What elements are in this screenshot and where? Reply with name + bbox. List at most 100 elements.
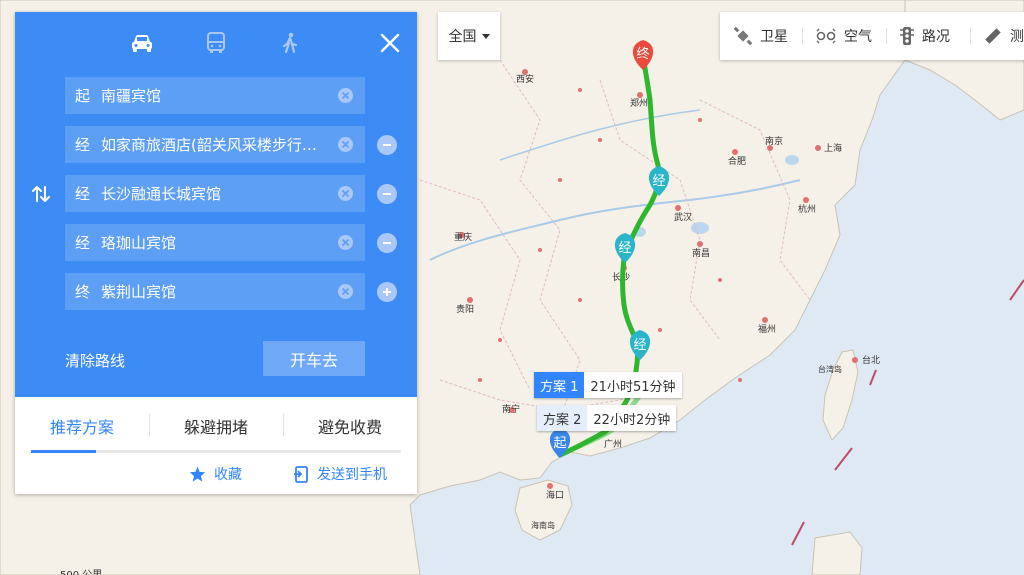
- car-icon: [132, 35, 152, 52]
- lake: [691, 222, 709, 234]
- scale-label: 500 公里: [60, 566, 102, 575]
- walk-icon: [282, 32, 298, 54]
- tab-recommended[interactable]: 推荐方案: [15, 402, 149, 450]
- minus-icon: [383, 193, 391, 195]
- favorite-label: 收藏: [214, 467, 242, 483]
- waypoint-tag: 经: [75, 136, 91, 154]
- divider: [970, 28, 971, 44]
- car-mode-button[interactable]: [127, 30, 157, 56]
- route-panel-header: 起 南疆宾馆 经 如家商旅酒店(韶关风采楼步行… 经 长沙融通长城宾馆 经 珞珈…: [15, 12, 417, 397]
- city-label: 海南岛: [531, 520, 555, 530]
- traffic-button[interactable]: 路况: [900, 12, 950, 60]
- plan-1-time: 21小时51分钟: [584, 372, 682, 398]
- waypoint-name: 长沙融通长城宾馆: [101, 185, 222, 203]
- drive-button[interactable]: 开车去: [263, 341, 365, 376]
- favorite-button[interactable]: 收藏: [189, 464, 242, 484]
- city-label: 杭州: [798, 203, 816, 215]
- city-label: 台北: [862, 354, 880, 366]
- waypoint-name: 南疆宾馆: [101, 87, 162, 105]
- svg-text:终: 终: [636, 46, 649, 62]
- bus-icon: [207, 32, 225, 53]
- tab-avoid-congestion[interactable]: 躲避拥堵: [149, 402, 283, 450]
- clear-input-button[interactable]: [338, 186, 353, 201]
- clear-input-button[interactable]: [338, 137, 353, 152]
- svg-text:起: 起: [553, 436, 566, 451]
- measure-label: 测: [1010, 29, 1024, 45]
- city-label: 郑州: [630, 97, 648, 109]
- ruler-icon: [985, 28, 1001, 44]
- divider: [802, 28, 803, 44]
- swap-button[interactable]: [31, 184, 51, 204]
- satellite-icon: [734, 27, 752, 45]
- waypoint-tag: 终: [75, 283, 91, 301]
- waypoint-via-3[interactable]: 经 珞珈山宾馆: [65, 224, 365, 261]
- waypoint-tag: 起: [75, 87, 91, 105]
- remove-waypoint-button[interactable]: [377, 135, 397, 155]
- measure-button[interactable]: 测: [984, 12, 1024, 60]
- send-to-phone-button[interactable]: 发送到手机: [293, 464, 387, 484]
- remove-waypoint-button[interactable]: [377, 233, 397, 253]
- waypoint-name: 紫荆山宾馆: [101, 283, 177, 301]
- minus-icon: [383, 242, 391, 244]
- city-label: 南京: [765, 135, 783, 147]
- bus-mode-button[interactable]: [201, 30, 231, 56]
- caret-down-icon: [481, 33, 490, 39]
- city-label: 福州: [758, 323, 776, 335]
- plus-icon: [383, 288, 391, 296]
- map-toolbar: 卫星 空气 路况 测: [720, 12, 1024, 60]
- clear-icon: [341, 140, 350, 149]
- waypoint-via-1[interactable]: 经 如家商旅酒店(韶关风采楼步行…: [65, 126, 365, 163]
- send-to-phone-icon: [294, 465, 308, 483]
- region-label: 全国: [448, 29, 477, 45]
- close-button[interactable]: [377, 30, 403, 56]
- star-icon: [189, 466, 206, 482]
- clear-icon: [341, 238, 350, 247]
- send-to-phone-label: 发送到手机: [317, 467, 387, 483]
- city-label: 重庆: [454, 231, 472, 243]
- city-label: 海口: [546, 489, 564, 501]
- waypoint-start[interactable]: 起 南疆宾馆: [65, 77, 365, 114]
- clear-icon: [341, 189, 350, 198]
- clear-route-link[interactable]: 清除路线: [65, 350, 125, 371]
- city-label: 广州: [604, 438, 622, 450]
- satellite-label: 卫星: [760, 29, 788, 45]
- waypoint-via-2[interactable]: 经 长沙融通长城宾馆: [65, 175, 365, 212]
- clear-input-button[interactable]: [338, 88, 353, 103]
- city-label: 南宁: [502, 403, 520, 415]
- plan-2-label[interactable]: 方案 2 22小时2分钟: [537, 405, 677, 431]
- add-waypoint-button[interactable]: [377, 282, 397, 302]
- lake: [785, 155, 799, 165]
- divider: [886, 28, 887, 44]
- swap-icon: [32, 186, 50, 202]
- clear-input-button[interactable]: [338, 235, 353, 250]
- close-icon: [380, 33, 400, 53]
- city-label: 南昌: [692, 247, 710, 259]
- satellite-button[interactable]: 卫星: [734, 12, 788, 60]
- waypoint-end[interactable]: 终 紫荆山宾馆: [65, 273, 365, 310]
- clear-input-button[interactable]: [338, 284, 353, 299]
- route-panel: 起 南疆宾馆 经 如家商旅酒店(韶关风采楼步行… 经 长沙融通长城宾馆 经 珞珈…: [15, 12, 417, 494]
- svg-text:经: 经: [618, 241, 631, 256]
- plan-2-time: 22小时2分钟: [587, 405, 677, 431]
- traffic-light-icon: [900, 27, 914, 45]
- plan-1-name: 方案 1: [534, 372, 585, 398]
- plan-1-label[interactable]: 方案 1 21小时51分钟: [534, 372, 682, 398]
- waypoint-tag: 经: [75, 185, 91, 203]
- remove-waypoint-button[interactable]: [377, 184, 397, 204]
- region-selector[interactable]: 全国: [438, 12, 500, 60]
- plan-2-name: 方案 2: [537, 405, 588, 431]
- waypoint-tag: 经: [75, 234, 91, 252]
- tab-avoid-tolls[interactable]: 避免收费: [283, 402, 417, 450]
- svg-text:经: 经: [652, 174, 665, 189]
- svg-text:经: 经: [633, 338, 646, 353]
- walk-mode-button[interactable]: [275, 30, 305, 56]
- clear-icon: [341, 91, 350, 100]
- city-label: 上海: [824, 142, 842, 154]
- air-quality-button[interactable]: 空气: [816, 12, 872, 60]
- traffic-label: 路况: [922, 29, 950, 45]
- tab-indicator: [31, 450, 96, 453]
- air-quality-label: 空气: [844, 29, 872, 45]
- city-label: 台湾岛: [818, 364, 842, 374]
- minus-icon: [383, 144, 391, 146]
- air-quality-icon: [816, 28, 836, 44]
